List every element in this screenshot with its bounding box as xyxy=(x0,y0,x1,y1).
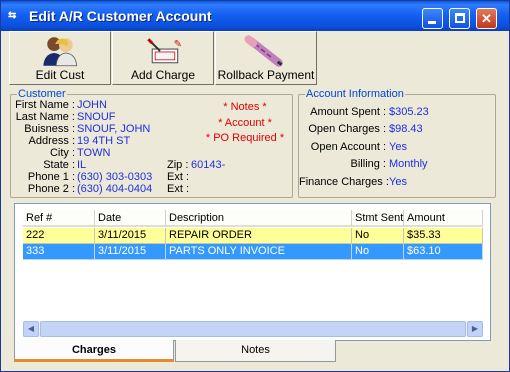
po-required-flag: * PO Required * xyxy=(205,132,285,144)
window-title: Edit A/R Customer Account xyxy=(29,8,212,24)
tab-notes[interactable]: Notes xyxy=(175,340,336,362)
business-value: SNOUF, JOHN xyxy=(77,123,151,135)
phone1-label: Phone 1 : xyxy=(27,171,75,183)
edit-cust-label: Edit Cust xyxy=(35,68,85,82)
phone2-label: Phone 2 : xyxy=(27,183,75,195)
cell-date: 3/11/2015 xyxy=(95,244,166,260)
phone2-value: (630) 404-0404 xyxy=(77,183,153,195)
state-label: State : xyxy=(43,159,75,171)
cell-ref: 222 xyxy=(23,228,95,244)
city-value: TOWN xyxy=(77,147,111,159)
rollback-payment-button[interactable]: Rollback Payment xyxy=(215,31,317,85)
edit-cust-button[interactable]: Edit Cust xyxy=(9,31,111,85)
cell-ref: 333 xyxy=(23,244,95,260)
column-date[interactable]: Date xyxy=(95,210,166,227)
zip-value: 60143- xyxy=(191,159,226,171)
customer-group: Customer First Name : JOHN Last Name : S… xyxy=(10,88,293,198)
phone1-value: (630) 303-0303 xyxy=(77,171,153,183)
cell-stmt-sent: No xyxy=(352,244,404,260)
cell-stmt-sent: No xyxy=(352,228,404,244)
table-row-selected[interactable]: 333 3/11/2015 PARTS ONLY INVOICE No $63.… xyxy=(23,244,483,260)
zip-label: Zip : xyxy=(167,159,189,171)
amount-spent-value: $305.23 xyxy=(389,106,429,118)
title-bar[interactable]: ⇆ Edit A/R Customer Account ✕ xyxy=(1,1,509,31)
first-name-value: JOHN xyxy=(77,99,107,111)
open-account-label: Open Account : xyxy=(310,141,386,153)
cell-description: PARTS ONLY INVOICE xyxy=(166,244,352,260)
open-account-value: Yes xyxy=(389,141,407,153)
cell-amount: $63.10 xyxy=(404,244,483,260)
state-value: IL xyxy=(77,159,87,171)
column-ref[interactable]: Ref # xyxy=(23,210,95,227)
ext2-label: Ext : xyxy=(167,183,190,195)
eraser-icon xyxy=(244,35,283,67)
billing-label: Billing : xyxy=(350,158,386,170)
finance-charges-label: Finance Charges : xyxy=(299,176,389,188)
toolbar: Edit Cust ✎ Add Charge Rollback Payment xyxy=(9,31,317,85)
scroll-right-button[interactable]: ▶ xyxy=(467,321,483,337)
cell-description: REPAIR ORDER xyxy=(166,228,352,244)
maximize-button[interactable] xyxy=(449,8,470,29)
cell-date: 3/11/2015 xyxy=(95,228,166,244)
business-label: Buisness : xyxy=(24,123,75,135)
column-stmt-sent[interactable]: Stmt Sent xyxy=(352,210,404,227)
account-legend: Account Information xyxy=(305,88,405,100)
charges-list[interactable]: Ref # Date Description Stmt Sent Amount … xyxy=(14,203,491,341)
account-flag: * Account * xyxy=(218,117,272,129)
notes-flag: * Notes * xyxy=(223,101,267,113)
minimize-button[interactable] xyxy=(422,8,443,29)
address-value: 19 4TH ST xyxy=(77,135,131,147)
rollback-payment-label: Rollback Payment xyxy=(217,68,315,82)
add-charge-button[interactable]: ✎ Add Charge xyxy=(112,31,214,85)
close-icon: ✕ xyxy=(481,11,492,26)
billing-value: Monthly xyxy=(389,158,428,170)
add-charge-label: Add Charge xyxy=(130,68,196,82)
column-description[interactable]: Description xyxy=(166,210,352,227)
address-label: Address : xyxy=(28,135,75,147)
column-amount[interactable]: Amount xyxy=(404,210,483,227)
maximize-icon xyxy=(455,13,465,23)
last-name-label: Last Name : xyxy=(15,111,75,123)
close-button[interactable]: ✕ xyxy=(476,8,497,29)
city-label: City : xyxy=(49,147,75,159)
first-name-label: First Name : xyxy=(15,99,75,111)
open-charges-label: Open Charges : xyxy=(308,123,386,135)
people-icon xyxy=(43,37,78,67)
table-row[interactable]: 222 3/11/2015 REPAIR ORDER No $35.33 xyxy=(23,228,483,244)
account-information-group: Account Information Amount Spent : $305.… xyxy=(298,88,496,198)
finance-charges-value: Yes xyxy=(389,176,407,188)
arrows-icon: ⇆ xyxy=(8,10,17,21)
svg-text:✎: ✎ xyxy=(174,39,182,50)
last-name-value: SNOUF xyxy=(77,111,116,123)
tab-charges[interactable]: Charges xyxy=(14,340,174,362)
ext1-label: Ext : xyxy=(167,171,190,183)
cell-amount: $35.33 xyxy=(404,228,483,244)
horizontal-scrollbar[interactable]: ◀ ▶ xyxy=(23,321,483,337)
minimize-icon xyxy=(428,21,436,24)
edit-ar-customer-window: ⇆ Edit A/R Customer Account ✕ Edit Cust xyxy=(0,0,510,372)
cash-icon: ✎ xyxy=(147,38,182,64)
scroll-left-button[interactable]: ◀ xyxy=(23,321,39,337)
amount-spent-label: Amount Spent : xyxy=(310,106,386,118)
scroll-thumb[interactable] xyxy=(40,321,466,337)
open-charges-value: $98.43 xyxy=(389,123,423,135)
